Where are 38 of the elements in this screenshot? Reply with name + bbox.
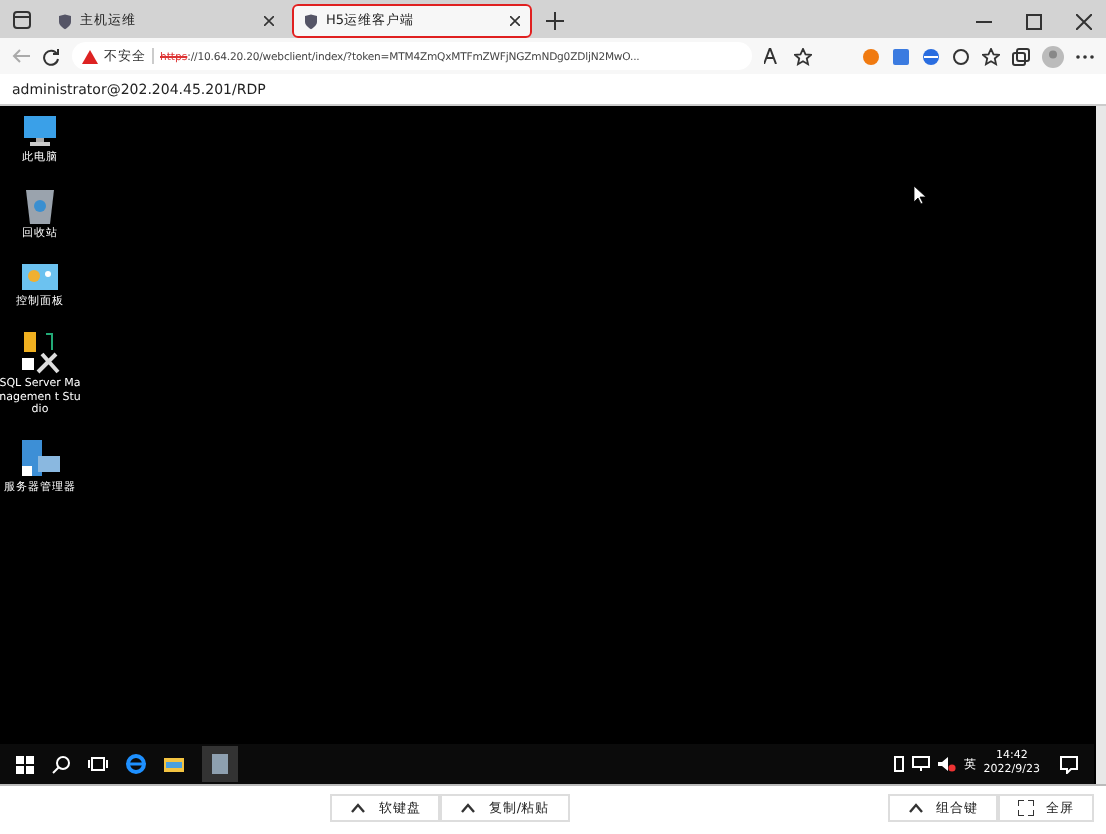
- maximize-icon[interactable]: [1026, 13, 1042, 29]
- recycle-bin-icon: [24, 185, 56, 224]
- windows-start-icon[interactable]: [16, 755, 34, 773]
- scrollbar[interactable]: [1096, 106, 1106, 784]
- control-panel-icon: [20, 261, 60, 292]
- shield-icon: [304, 13, 318, 29]
- extension-icon[interactable]: [862, 47, 880, 65]
- avatar-icon[interactable]: [1042, 45, 1064, 67]
- network-icon[interactable]: [911, 756, 930, 772]
- favorites-icon[interactable]: [982, 47, 1000, 65]
- close-tab-icon[interactable]: [264, 16, 274, 26]
- caret-icon: [350, 802, 367, 814]
- refresh-icon[interactable]: [42, 47, 60, 65]
- server-manager-icon: [18, 438, 62, 479]
- server-manager-taskbar-icon[interactable]: [202, 746, 238, 782]
- collections-icon[interactable]: [1012, 47, 1030, 65]
- fullscreen-icon: [1018, 800, 1035, 816]
- monitor-icon: [20, 114, 60, 148]
- read-aloud-icon[interactable]: [764, 48, 782, 64]
- caret-icon: [908, 802, 925, 814]
- speaker-muted-icon[interactable]: [937, 756, 956, 772]
- shield-icon: [58, 13, 72, 29]
- minimize-icon[interactable]: [976, 19, 992, 23]
- close-tab-icon[interactable]: [510, 16, 520, 26]
- more-icon[interactable]: [1076, 53, 1094, 59]
- warning-icon: [82, 49, 98, 63]
- close-icon[interactable]: [1076, 13, 1092, 29]
- tab-actions-icon[interactable]: [12, 10, 32, 30]
- mouse-cursor-icon: [914, 186, 926, 204]
- caret-icon: [460, 802, 477, 814]
- browser-e-icon[interactable]: [126, 754, 146, 774]
- task-view-icon[interactable]: [88, 756, 108, 772]
- search-icon[interactable]: [52, 755, 70, 773]
- usb-icon[interactable]: [893, 756, 904, 772]
- notification-icon[interactable]: [1060, 755, 1078, 773]
- star-icon[interactable]: [794, 47, 812, 65]
- folder-icon[interactable]: [164, 756, 184, 772]
- new-tab-icon[interactable]: [546, 12, 564, 30]
